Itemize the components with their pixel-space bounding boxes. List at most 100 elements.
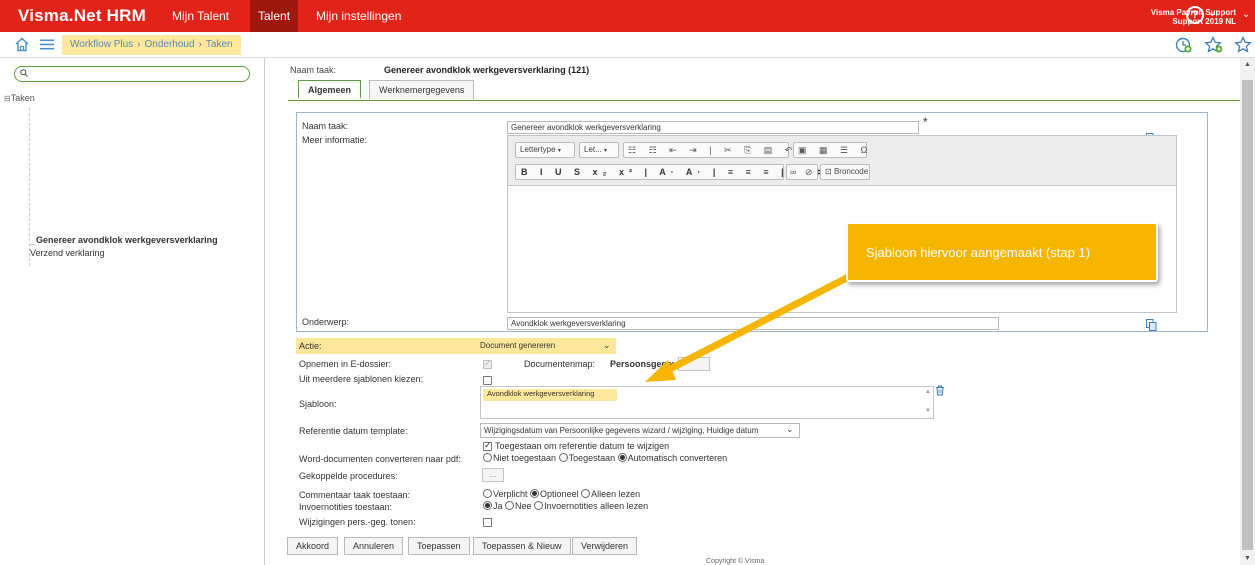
tree-connector <box>29 244 35 245</box>
scrollbar-thumb[interactable] <box>1242 80 1253 550</box>
main-content: Naam taak: Genereer avondklok werkgevers… <box>266 58 1240 565</box>
gekoppelde-procedures-button[interactable]: ... <box>482 468 504 482</box>
radio-verplicht[interactable] <box>483 489 492 498</box>
tab-werknemergegevens[interactable]: Werknemergegevens <box>369 80 475 99</box>
radio-niet-toegestaan[interactable] <box>483 453 492 462</box>
scroll-down-icon[interactable]: ▼ <box>1244 555 1251 562</box>
radio-alleen-lezen[interactable] <box>534 501 544 510</box>
annuleren-button[interactable]: Annuleren <box>344 537 404 555</box>
commentaar-radio-group: Verplicht Optioneel Alleen lezen <box>483 489 640 499</box>
collapse-icon[interactable]: ⊟ <box>4 94 11 103</box>
trash-icon[interactable] <box>935 385 945 396</box>
breadcrumb-taken[interactable]: Taken <box>206 39 233 50</box>
toepassen-nieuw-button[interactable]: Toepassen & Nieuw <box>473 537 571 555</box>
wijzigingen-label: Wijzigingen pers.-geg. tonen: <box>299 517 416 527</box>
user-name: Visma Payroll Support <box>1150 8 1236 17</box>
left-pane: ⊟Taken Genereer avondklok werkgeversverk… <box>0 58 265 565</box>
clock-add-icon[interactable] <box>1175 36 1193 54</box>
radio-alleen-lezen[interactable] <box>581 489 591 498</box>
task-name-title: Genereer avondklok werkgeversverklaring … <box>384 65 590 75</box>
nav-mijn-talent[interactable]: Mijn Talent <box>164 0 237 32</box>
tree-root-taken[interactable]: ⊟Taken <box>4 93 35 103</box>
breadcrumb-workflow-plus[interactable]: Workflow Plus <box>70 39 133 50</box>
search-input[interactable] <box>14 66 250 82</box>
toepassen-button[interactable]: Toepassen <box>408 537 470 555</box>
actie-select[interactable]: Document genereren <box>476 339 616 353</box>
nav-mijn-instellingen[interactable]: Mijn instellingen <box>308 0 409 32</box>
tree-item-verzend[interactable]: Verzend verklaring <box>30 248 105 258</box>
radio-toegestaan[interactable] <box>558 453 568 462</box>
radio-automatisch-converteren[interactable] <box>617 453 627 462</box>
radio-label: Ja <box>493 501 503 511</box>
onderwerp-input[interactable]: Avondklok werkgeversverklaring <box>507 317 999 330</box>
link-group[interactable]: ∞ ⊘ <box>786 164 818 180</box>
text-style-group[interactable]: B I U S x₂ x² | A· A· | ≡ ≡ ≡ | Q ⇆ <box>515 164 823 180</box>
insert-group[interactable]: ▣ ▦ ☰ Ω <box>793 142 867 158</box>
favorites-star-icon[interactable] <box>1204 36 1224 54</box>
documentenmap-browse-button[interactable] <box>678 357 710 371</box>
invoernotities-label: Invoernotities toestaan: <box>299 502 393 512</box>
link-icon: ∞ ⊘ <box>790 167 816 177</box>
radio-nee[interactable] <box>505 501 515 510</box>
sjabloon-listbox[interactable]: Avondklok werkgeversverklaring ▲ ▼ <box>480 386 934 419</box>
vertical-scrollbar[interactable]: ▲ ▼ <box>1240 58 1255 565</box>
breadcrumb-onderhoud[interactable]: Onderhoud <box>145 39 195 50</box>
radio-optioneel[interactable] <box>530 489 540 498</box>
documentenmap-label: Documentenmap: <box>524 359 596 369</box>
word-pdf-radio-group: Niet toegestaan Toegestaan Automatisch c… <box>483 453 727 463</box>
tree-connector <box>29 108 30 266</box>
radio-label: Toegestaan <box>568 453 616 463</box>
radio-label: Nee <box>515 501 532 511</box>
copy-icon[interactable] <box>1146 319 1157 331</box>
tree-item-genereer[interactable]: Genereer avondklok werkgeversverklaring <box>36 235 218 245</box>
search-icon <box>20 69 28 79</box>
verwijderen-button[interactable]: Verwijderen <box>572 537 638 555</box>
hamburger-menu-icon[interactable] <box>40 39 54 50</box>
naam-taak-input[interactable]: Genereer avondklok werkgeversverklaring <box>507 121 919 134</box>
font-family-dropdown[interactable]: Lettertype ▾ <box>515 142 575 158</box>
chevron-down-icon: ▾ <box>604 148 608 154</box>
referentie-wijzigen-checkbox[interactable] <box>483 440 492 451</box>
star-icon[interactable] <box>1234 36 1252 54</box>
home-icon[interactable] <box>14 37 30 52</box>
app-brand[interactable]: Visma.Net HRM <box>18 6 146 26</box>
editor-toolbar: Lettertype ▾ Let... ▾ ☷ ☶ ⇤ ⇥ | ✂ ⎘ ▤ ↶ … <box>508 136 1176 186</box>
font-size-dropdown[interactable]: Let... ▾ <box>579 142 619 158</box>
sub-bar: Workflow Plus › Onderhoud › Taken <box>0 32 1255 58</box>
tree-root-label: Taken <box>10 93 35 103</box>
list-indent-clipboard-group[interactable]: ☷ ☶ ⇤ ⇥ | ✂ ⎘ ▤ ↶ ↷ <box>623 142 812 158</box>
chevron-right-icon: › <box>198 39 202 50</box>
referentie-select[interactable]: Wijzigingsdatum van Persoonlijke gegeven… <box>480 423 800 438</box>
akkoord-button[interactable]: Akkoord <box>287 537 339 555</box>
chevron-down-icon[interactable]: ⌄ <box>603 340 611 351</box>
onderwerp-label: Onderwerp: <box>302 317 350 327</box>
radio-ja[interactable] <box>483 501 492 510</box>
wijzigingen-checkbox[interactable] <box>483 518 492 527</box>
nav-talent[interactable]: Talent <box>250 0 299 32</box>
opnemen-checkbox[interactable] <box>483 358 492 369</box>
format-icons: ☷ ☶ ⇤ ⇥ | ✂ ⎘ ▤ ↶ ↷ <box>628 145 818 155</box>
gekoppelde-procedures-label: Gekoppelde procedures: <box>299 471 398 481</box>
radio-label: Optioneel <box>540 489 579 499</box>
task-name-label: Naam taak: <box>290 65 337 75</box>
invoernotities-radio-group: Ja Nee Invoernotities alleen lezen <box>483 501 648 511</box>
tab-algemeen[interactable]: Algemeen <box>298 80 362 99</box>
source-code-button[interactable]: ⊡ Broncode <box>820 164 870 180</box>
actie-label: Actie: <box>299 341 322 351</box>
callout-text: Sjabloon hiervoor aangemaakt (stap 1) <box>866 245 1091 260</box>
scroll-up-icon[interactable]: ▲ <box>1244 61 1251 68</box>
top-bar: Visma.Net HRM Mijn Talent Talent Mijn in… <box>0 0 1255 32</box>
breadcrumb: Workflow Plus › Onderhoud › Taken <box>62 35 241 55</box>
radio-label: Verplicht <box>493 489 528 499</box>
scroll-up-icon[interactable]: ▲ <box>925 389 931 395</box>
required-asterisk: * <box>923 115 928 129</box>
chevron-down-icon[interactable]: ⌄ <box>1242 9 1250 20</box>
naam-taak-label: Naam taak: <box>302 121 349 131</box>
meerdere-sjablonen-checkbox[interactable] <box>483 376 492 385</box>
radio-label: Invoernotities alleen lezen <box>544 501 649 511</box>
scroll-down-icon[interactable]: ▼ <box>925 408 931 414</box>
commentaar-label: Commentaar taak toestaan: <box>299 490 411 500</box>
meerdere-sjablonen-label: Uit meerdere sjablonen kiezen: <box>299 374 424 384</box>
sjabloon-option[interactable]: Avondklok werkgeversverklaring <box>483 388 594 400</box>
chevron-down-icon[interactable]: ⌄ <box>786 424 794 435</box>
